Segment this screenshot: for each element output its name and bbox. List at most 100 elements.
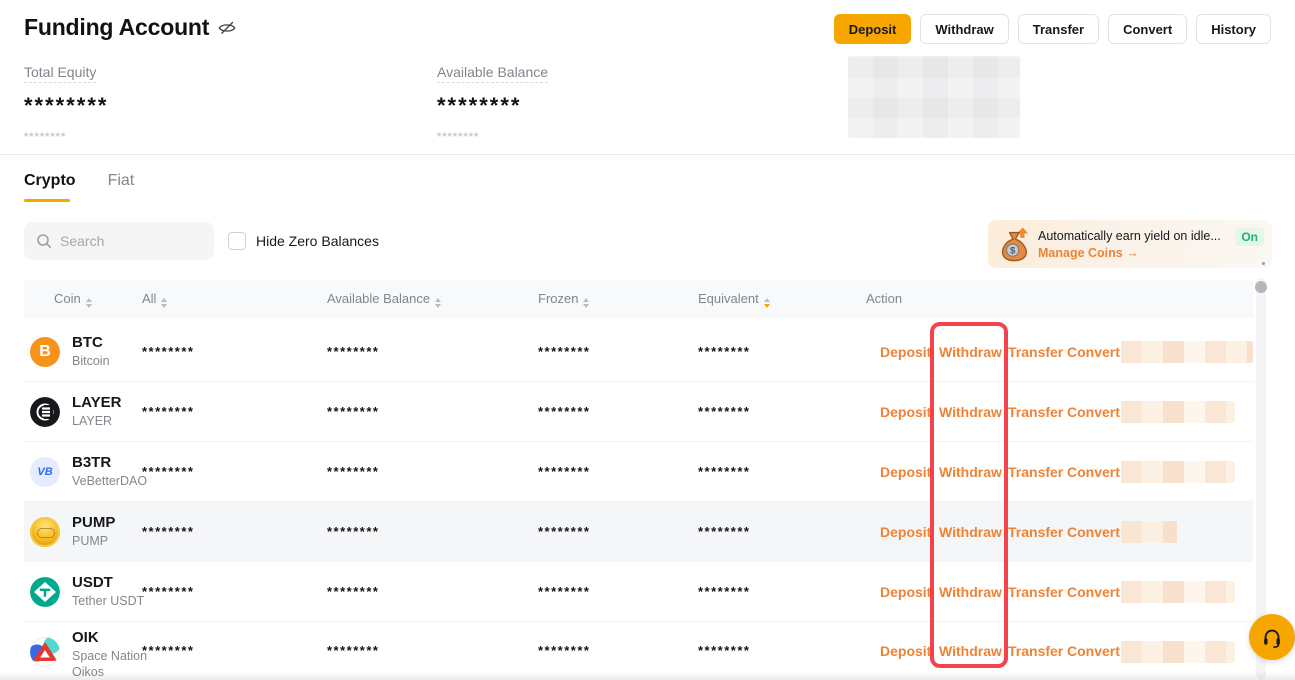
total-equity-sub: ******** bbox=[24, 131, 109, 143]
available-balance-value: ******** bbox=[437, 93, 548, 119]
coin-name: Tether USDT bbox=[72, 594, 144, 610]
row-withdraw-link[interactable]: Withdraw bbox=[939, 442, 1002, 501]
arrow-right-icon: → bbox=[1126, 246, 1139, 260]
coin-symbol: BTC bbox=[72, 334, 110, 351]
withdraw-button[interactable]: Withdraw bbox=[920, 14, 1008, 44]
auto-earn-status-badge: On bbox=[1235, 228, 1264, 246]
column-header-frozen[interactable]: Frozen bbox=[538, 280, 589, 318]
coin-name: PUMP bbox=[72, 534, 115, 550]
row-transfer-link[interactable]: Transfer bbox=[1008, 322, 1063, 381]
row-withdraw-link[interactable]: Withdraw bbox=[939, 502, 1002, 561]
equivalent-value: ******** bbox=[698, 322, 750, 381]
coin-cell: LAYER LAYER bbox=[72, 394, 121, 430]
auto-earn-banner: $ Automatically earn yield on idle... Ma… bbox=[988, 220, 1272, 268]
column-header-action: Action bbox=[866, 280, 902, 318]
total-equity-value: ******** bbox=[24, 93, 109, 119]
eye-off-icon[interactable] bbox=[217, 18, 237, 38]
sort-icon-active bbox=[764, 298, 770, 308]
available-value: ******** bbox=[327, 442, 379, 501]
row-deposit-link[interactable]: Deposit bbox=[880, 562, 931, 621]
deposit-button[interactable]: Deposit bbox=[834, 14, 912, 44]
row-convert-link[interactable]: Convert bbox=[1067, 502, 1120, 561]
banner-texts: Automatically earn yield on idle... Mana… bbox=[1036, 229, 1229, 260]
row-convert-link[interactable]: Convert bbox=[1067, 322, 1120, 381]
row-deposit-link[interactable]: Deposit bbox=[880, 502, 931, 561]
redacted-value bbox=[1121, 581, 1235, 603]
page-title: Funding Account bbox=[24, 14, 209, 41]
equivalent-value: ******** bbox=[698, 502, 750, 561]
manage-coins-link[interactable]: Manage Coins → bbox=[1038, 246, 1229, 260]
row-convert-link[interactable]: Convert bbox=[1067, 442, 1120, 501]
search-icon bbox=[36, 233, 52, 249]
svg-text:$: $ bbox=[1010, 246, 1016, 257]
coin-cell: PUMP PUMP bbox=[72, 514, 115, 550]
row-deposit-link[interactable]: Deposit bbox=[880, 382, 931, 441]
sort-icon bbox=[161, 298, 167, 308]
search-input[interactable] bbox=[60, 233, 202, 249]
funding-account-page: Funding Account Deposit Withdraw Transfe… bbox=[0, 0, 1295, 680]
tab-fiat[interactable]: Fiat bbox=[108, 172, 135, 202]
available-balance-block: Available Balance ******** ******** bbox=[437, 64, 548, 143]
table-row: B BTC Bitcoin ******** ******** ********… bbox=[24, 322, 1253, 382]
decorative-dot bbox=[1262, 262, 1265, 265]
coin-name: Bitcoin bbox=[72, 354, 110, 370]
coin-symbol: PUMP bbox=[72, 514, 115, 531]
redacted-value bbox=[1121, 521, 1177, 543]
coin-cell: USDT Tether USDT bbox=[72, 574, 144, 610]
total-equity-label: Total Equity bbox=[24, 64, 96, 83]
row-transfer-link[interactable]: Transfer bbox=[1008, 382, 1063, 441]
transfer-button[interactable]: Transfer bbox=[1018, 14, 1099, 44]
frozen-value: ******** bbox=[538, 562, 590, 621]
support-chat-button[interactable] bbox=[1249, 614, 1295, 660]
usdt-coin-icon bbox=[30, 577, 60, 607]
banner-message: Automatically earn yield on idle... bbox=[1038, 229, 1229, 243]
all-value: ******** bbox=[142, 442, 194, 501]
column-header-available-balance[interactable]: Available Balance bbox=[327, 280, 441, 318]
row-convert-link[interactable]: Convert bbox=[1067, 562, 1120, 621]
equivalent-value: ******** bbox=[698, 562, 750, 621]
pump-coin-icon bbox=[30, 517, 60, 547]
asset-tabs: Crypto Fiat bbox=[24, 172, 134, 202]
coin-name: LAYER bbox=[72, 414, 121, 430]
oik-coin-icon bbox=[30, 637, 60, 667]
b3tr-coin-icon: VB bbox=[30, 457, 60, 487]
redacted-balance-area bbox=[848, 56, 1020, 138]
coin-cell: B3TR VeBetterDAO bbox=[72, 454, 147, 490]
row-transfer-link[interactable]: Transfer bbox=[1008, 562, 1063, 621]
btc-coin-icon: B bbox=[30, 337, 60, 367]
row-withdraw-link[interactable]: Withdraw bbox=[939, 322, 1002, 381]
coin-cell: BTC Bitcoin bbox=[72, 334, 110, 370]
row-withdraw-link[interactable]: Withdraw bbox=[939, 562, 1002, 621]
sort-icon bbox=[435, 298, 441, 308]
history-button[interactable]: History bbox=[1196, 14, 1271, 44]
equivalent-value: ******** bbox=[698, 382, 750, 441]
convert-button[interactable]: Convert bbox=[1108, 14, 1187, 44]
row-transfer-link[interactable]: Transfer bbox=[1008, 502, 1063, 561]
hide-zero-label: Hide Zero Balances bbox=[256, 233, 379, 249]
available-value: ******** bbox=[327, 562, 379, 621]
tab-crypto[interactable]: Crypto bbox=[24, 172, 76, 202]
all-value: ******** bbox=[142, 562, 194, 621]
section-divider bbox=[0, 154, 1295, 155]
search-box[interactable] bbox=[24, 222, 214, 260]
row-withdraw-link[interactable]: Withdraw bbox=[939, 382, 1002, 441]
column-header-equivalent[interactable]: Equivalent bbox=[698, 280, 770, 318]
coin-symbol: USDT bbox=[72, 574, 144, 591]
available-balance-sub: ******** bbox=[437, 131, 548, 143]
available-value: ******** bbox=[327, 502, 379, 561]
row-transfer-link[interactable]: Transfer bbox=[1008, 442, 1063, 501]
scrollbar-thumb[interactable] bbox=[1255, 281, 1267, 293]
hide-zero-checkbox[interactable] bbox=[228, 232, 246, 250]
available-value: ******** bbox=[327, 322, 379, 381]
row-convert-link[interactable]: Convert bbox=[1067, 382, 1120, 441]
table-row: VB B3TR VeBetterDAO ******** ******** **… bbox=[24, 442, 1253, 502]
table-row: PUMP PUMP ******** ******** ******** ***… bbox=[24, 502, 1253, 562]
table-row: LAYER LAYER ******** ******** ******** *… bbox=[24, 382, 1253, 442]
row-deposit-link[interactable]: Deposit bbox=[880, 322, 931, 381]
bottom-shadow bbox=[0, 671, 1295, 680]
layer-coin-icon bbox=[30, 397, 60, 427]
column-header-coin[interactable]: Coin bbox=[54, 280, 92, 318]
all-value: ******** bbox=[142, 322, 194, 381]
row-deposit-link[interactable]: Deposit bbox=[880, 442, 931, 501]
column-header-all[interactable]: All bbox=[142, 280, 167, 318]
